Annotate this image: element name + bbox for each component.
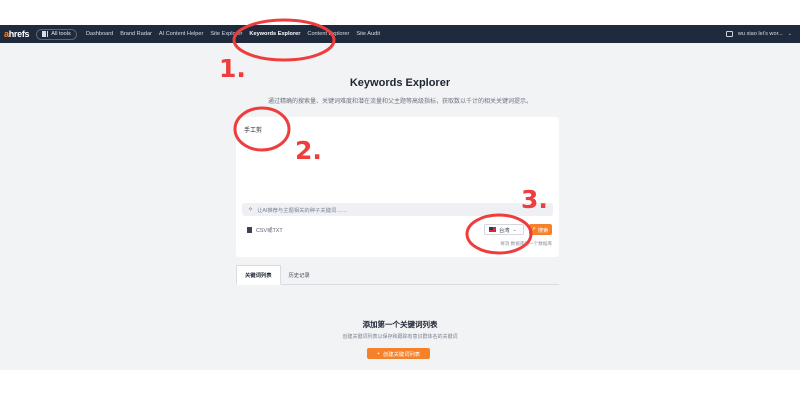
- main-content: Keywords Explorer 通过精确的搜索量、关键词难度和潜在流量和父主…: [0, 43, 800, 370]
- tab-history[interactable]: 历史记录: [281, 265, 318, 285]
- account-area: wu xiao lei's wor... ⌄: [725, 25, 792, 43]
- all-tools-label: All tools: [51, 31, 71, 37]
- nav-link-ai-content-helper[interactable]: AI Content Helper: [159, 31, 203, 37]
- ahrefs-logo[interactable]: ahrefs: [4, 29, 30, 39]
- keyword-input[interactable]: 手工剪: [244, 125, 262, 134]
- chevron-down-icon: ⌄: [512, 226, 517, 233]
- spark-icon: ✧: [248, 207, 254, 213]
- flag-icon: [489, 227, 496, 232]
- empty-state-subtitle: 创建关键词列表以保存和跟踪有意识群体名的关键词: [342, 334, 458, 340]
- create-keyword-list-button[interactable]: + 创建关键词列表: [367, 348, 430, 359]
- annotation-number-1: 1.: [219, 54, 246, 83]
- tab-bar: 关键词列表 历史记录: [236, 265, 559, 285]
- ai-suggest-input[interactable]: ✧ 让AI推荐与主题相关的种子关键词……: [242, 203, 553, 216]
- top-nav-bar: ahrefs All tools Dashboard Brand Radar A…: [0, 25, 800, 43]
- page-title: Keywords Explorer: [349, 77, 451, 89]
- keyword-input-card: 手工剪 ✧ 让AI推荐与主题相关的种子关键词…… CSV或TXT 台湾 ⌄ ⌕ …: [236, 117, 559, 257]
- tab-keyword-lists[interactable]: 关键词列表: [236, 265, 281, 285]
- create-keyword-list-label: 创建关键词列表: [383, 351, 421, 358]
- search-button[interactable]: ⌕ 搜索: [529, 224, 552, 235]
- file-icon: [247, 227, 252, 233]
- search-icon: ⌕: [532, 226, 536, 232]
- page-subtitle: 通过精确的搜索量、关键词难度和潜在流量和父主题等高级指标，获取数以千计的相关关键…: [267, 99, 532, 105]
- annotation-number-2: 2.: [295, 136, 322, 165]
- chevron-down-icon[interactable]: ⌄: [788, 31, 792, 37]
- nav-link-brand-radar[interactable]: Brand Radar: [120, 31, 152, 37]
- nav-link-site-audit[interactable]: Site Audit: [356, 31, 380, 37]
- nav-links: Dashboard Brand Radar AI Content Helper …: [86, 31, 380, 37]
- search-label: 搜索: [537, 227, 549, 234]
- screenshot-canvas: ahrefs All tools Dashboard Brand Radar A…: [0, 0, 800, 400]
- country-label: 台湾: [499, 227, 510, 234]
- annotation-number-3: 3.: [521, 185, 548, 214]
- csv-upload-label: CSV或TXT: [256, 228, 283, 234]
- all-tools-button[interactable]: All tools: [36, 28, 77, 40]
- country-select[interactable]: 台湾 ⌄: [484, 224, 524, 235]
- credits-note: 将消 数据库的一个数据库: [500, 241, 552, 246]
- csv-upload-button[interactable]: CSV或TXT: [247, 226, 283, 234]
- plus-icon: +: [376, 350, 380, 357]
- ai-suggest-placeholder: 让AI推荐与主题相关的种子关键词……: [257, 207, 347, 214]
- empty-state-title: 添加第一个关键词列表: [362, 320, 438, 329]
- nav-link-site-explorer[interactable]: Site Explorer: [210, 31, 242, 37]
- nav-link-dashboard[interactable]: Dashboard: [86, 31, 113, 37]
- workspace-switcher[interactable]: wu xiao lei's wor...: [738, 31, 783, 37]
- nav-link-content-explorer[interactable]: Content Explorer: [307, 31, 349, 37]
- nav-link-keywords-explorer[interactable]: Keywords Explorer: [249, 31, 300, 37]
- screen-icon[interactable]: [725, 31, 733, 37]
- grid-icon: [42, 31, 49, 37]
